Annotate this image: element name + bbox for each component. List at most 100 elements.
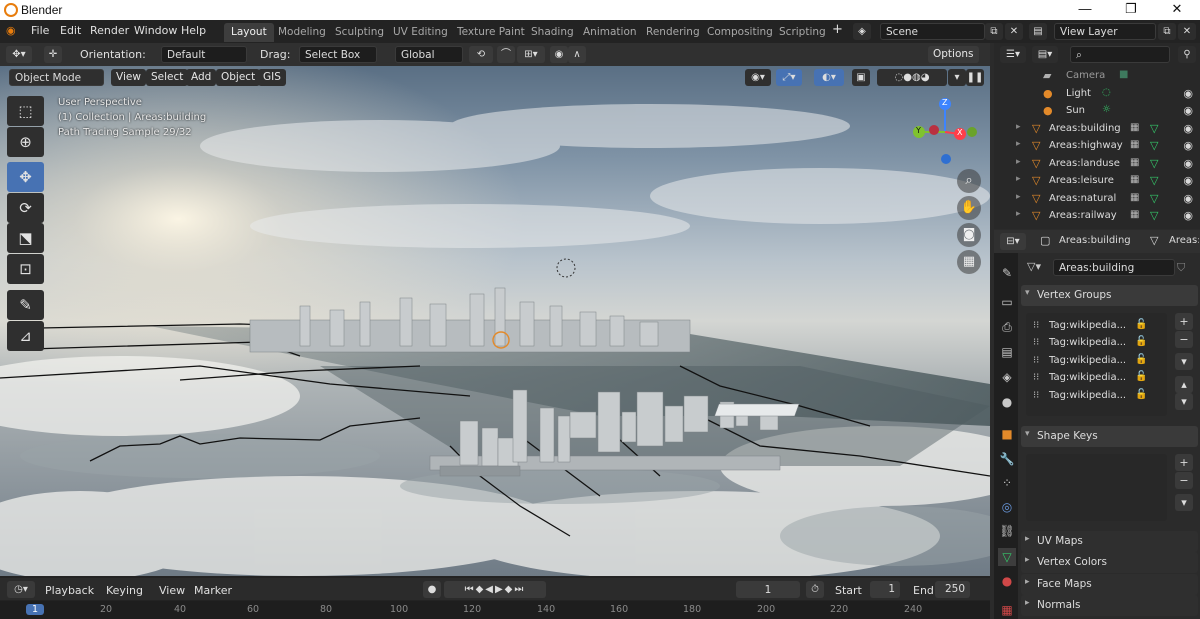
scale-icon[interactable]: ⬔ — [7, 223, 44, 253]
start-frame-field[interactable]: 1 — [870, 581, 900, 598]
shape-key-specials-icon[interactable]: ▾ — [1175, 494, 1193, 511]
navigation-gizmo[interactable]: Z Y X — [910, 96, 980, 166]
visibility-eye-icon[interactable]: ◉ — [1183, 139, 1193, 152]
tab-sculpting[interactable]: Sculpting — [328, 23, 391, 42]
options-dropdown[interactable]: Options — [928, 46, 979, 63]
modifier-tab-icon[interactable]: 🔧 — [998, 450, 1016, 468]
tab-scripting[interactable]: Scripting — [772, 23, 833, 42]
playback-menu[interactable]: Playback — [45, 584, 94, 597]
vertex-group-item[interactable]: ⁝⁝ Tag:wikipedia... 🔓 — [1032, 388, 1154, 405]
preview-range-icon[interactable]: ⏱ — [806, 581, 824, 598]
world-tab-icon[interactable]: ● — [998, 393, 1016, 411]
vertex-groups-panel-header[interactable]: Vertex Groups — [1021, 285, 1198, 306]
vertex-group-specials-icon[interactable]: ▾ — [1175, 353, 1193, 370]
mesh-data-tab-icon[interactable]: ▽ — [998, 548, 1016, 566]
outliner-row[interactable]: ● Light ◌ ◉ — [994, 86, 1200, 103]
snap-target-icon[interactable]: ⊞▾ — [517, 46, 545, 63]
visibility-eye-icon[interactable]: ◉ — [1183, 104, 1193, 117]
minimize-button[interactable]: — — [1062, 1, 1108, 19]
outliner-row[interactable]: ▸ ▽ Areas:leisure ▦ ▽ ◉ — [994, 173, 1200, 190]
scene-icon[interactable]: ◈ — [853, 23, 871, 40]
timeline-view-menu[interactable]: View — [159, 584, 185, 597]
add-workspace-button[interactable]: + — [832, 22, 843, 37]
object-menu[interactable]: Object — [216, 69, 261, 86]
blender-menu-icon[interactable]: ◉ — [6, 24, 16, 37]
mesh-datablock-name[interactable]: Areas:building — [1053, 259, 1175, 276]
outliner-search-input[interactable]: ⌕ — [1070, 46, 1170, 63]
mesh-datablock-icon[interactable]: ▽▾ — [1027, 260, 1041, 273]
menu-render[interactable]: Render — [90, 24, 129, 37]
menu-edit[interactable]: Edit — [60, 24, 81, 37]
falloff-icon[interactable]: ∧ — [568, 46, 586, 63]
transform-icon[interactable]: ⊡ — [7, 254, 44, 284]
measure-icon[interactable]: ⊿ — [7, 321, 44, 351]
expand-icon[interactable]: ▸ — [1016, 174, 1029, 187]
cursor-icon[interactable]: ⊕ — [7, 127, 44, 157]
outliner-row[interactable]: ▸ ▽ Areas:railway ▦ ▽ ◉ — [994, 208, 1200, 225]
maximize-button[interactable]: ❐ — [1108, 1, 1154, 19]
new-scene-icon[interactable]: ⧉ — [985, 23, 1003, 40]
move-icon[interactable]: ✥ — [7, 162, 44, 192]
active-tool-icon[interactable]: ✥▾ — [6, 46, 32, 63]
shading-modes-icon[interactable]: ◌●◍◕ — [877, 69, 947, 86]
outliner-row[interactable]: ▸ ▽ Areas:landuse ▦ ▽ ◉ — [994, 156, 1200, 173]
visibility-eye-icon[interactable]: ◉ — [1183, 87, 1193, 100]
fake-user-shield-icon[interactable]: ⛉ — [1177, 261, 1185, 275]
tool-tab-icon[interactable]: ✎ — [998, 264, 1016, 282]
expand-icon[interactable]: ▸ — [1016, 209, 1029, 222]
normals-panel-header[interactable]: Normals — [1021, 595, 1198, 616]
outliner-editor-icon[interactable]: ☰▾ — [1000, 46, 1026, 63]
camera-view-icon[interactable]: ◙ — [957, 223, 981, 247]
object-tab-icon[interactable]: ■ — [998, 425, 1016, 443]
shape-keys-panel-header[interactable]: Shape Keys — [1021, 426, 1198, 447]
playback-controls-icon[interactable]: ⏮◆◀▶◆⏭ — [444, 581, 546, 598]
constraints-tab-icon[interactable]: ⛓ — [998, 522, 1016, 540]
remove-vertex-group-button[interactable]: − — [1175, 331, 1193, 348]
tab-animation[interactable]: Animation — [576, 23, 644, 42]
rotate-icon[interactable]: ⟳ — [7, 193, 44, 223]
display-mode-icon[interactable]: ▤▾ — [1032, 46, 1058, 63]
tab-compositing[interactable]: Compositing — [700, 23, 780, 42]
remove-shape-key-button[interactable]: − — [1175, 472, 1193, 489]
move-gizmo-icon[interactable]: ✛ — [44, 46, 62, 63]
expand-icon[interactable]: ▸ — [1016, 157, 1029, 170]
editor-type-icon[interactable]: ◷▾ — [7, 581, 35, 598]
select-box-icon[interactable]: ⬚ — [7, 96, 44, 126]
outliner-row[interactable]: ▰ Camera ■ — [994, 68, 1200, 85]
visibility-eye-icon[interactable]: ◉ — [1183, 157, 1193, 170]
view-layer-tab-icon[interactable]: ▤ — [998, 343, 1016, 361]
delete-view-layer-icon[interactable]: ✕ — [1178, 23, 1196, 40]
scene-tab-icon[interactable]: ◈ — [998, 368, 1016, 386]
texture-tab-icon[interactable]: ▦ — [998, 601, 1016, 619]
tab-modeling[interactable]: Modeling — [271, 23, 333, 42]
visibility-eye-icon[interactable]: ◉ — [1183, 209, 1193, 222]
add-shape-key-button[interactable]: + — [1175, 454, 1193, 471]
gis-menu[interactable]: GIS — [258, 69, 286, 86]
grid-perspective-icon[interactable]: ▦ — [957, 250, 981, 274]
end-frame-field[interactable]: 250 — [935, 581, 970, 598]
mode-dropdown[interactable]: Object Mode — [9, 69, 104, 86]
scene-field[interactable]: Scene — [880, 23, 985, 40]
outliner-row[interactable]: ▸ ▽ Areas:building ▦ ▽ ◉ — [994, 121, 1200, 138]
vertex-group-item[interactable]: ⁝⁝ Tag:wikipedia... 🔓 — [1032, 318, 1154, 335]
menu-help[interactable]: Help — [181, 24, 206, 37]
annotate-icon[interactable]: ✎ — [7, 290, 44, 320]
tab-texture-paint[interactable]: Texture Paint — [450, 23, 532, 42]
orientation-dropdown[interactable]: Default — [161, 46, 247, 63]
keying-menu[interactable]: Keying — [106, 584, 143, 597]
tab-shading[interactable]: Shading — [524, 23, 581, 42]
tab-layout[interactable]: Layout — [224, 23, 274, 42]
expand-icon[interactable]: ▸ — [1016, 122, 1029, 135]
render-tab-icon[interactable]: ▭ — [998, 293, 1016, 311]
expand-icon[interactable]: ▸ — [1016, 139, 1029, 152]
expand-icon[interactable]: ▸ — [1016, 192, 1029, 205]
outliner-row[interactable]: ▸ ▽ Areas:highway ▦ ▽ ◉ — [994, 138, 1200, 155]
output-tab-icon[interactable]: ⎙ — [998, 318, 1016, 336]
tab-uv-editing[interactable]: UV Editing — [386, 23, 455, 42]
tab-rendering[interactable]: Rendering — [639, 23, 707, 42]
close-button[interactable]: ✕ — [1154, 1, 1200, 19]
particles-tab-icon[interactable]: ⁘ — [998, 474, 1016, 492]
visibility-eye-icon[interactable]: ◉ — [1183, 174, 1193, 187]
vertex-group-item[interactable]: ⁝⁝ Tag:wikipedia... 🔓 — [1032, 370, 1154, 387]
physics-tab-icon[interactable]: ◎ — [998, 498, 1016, 516]
